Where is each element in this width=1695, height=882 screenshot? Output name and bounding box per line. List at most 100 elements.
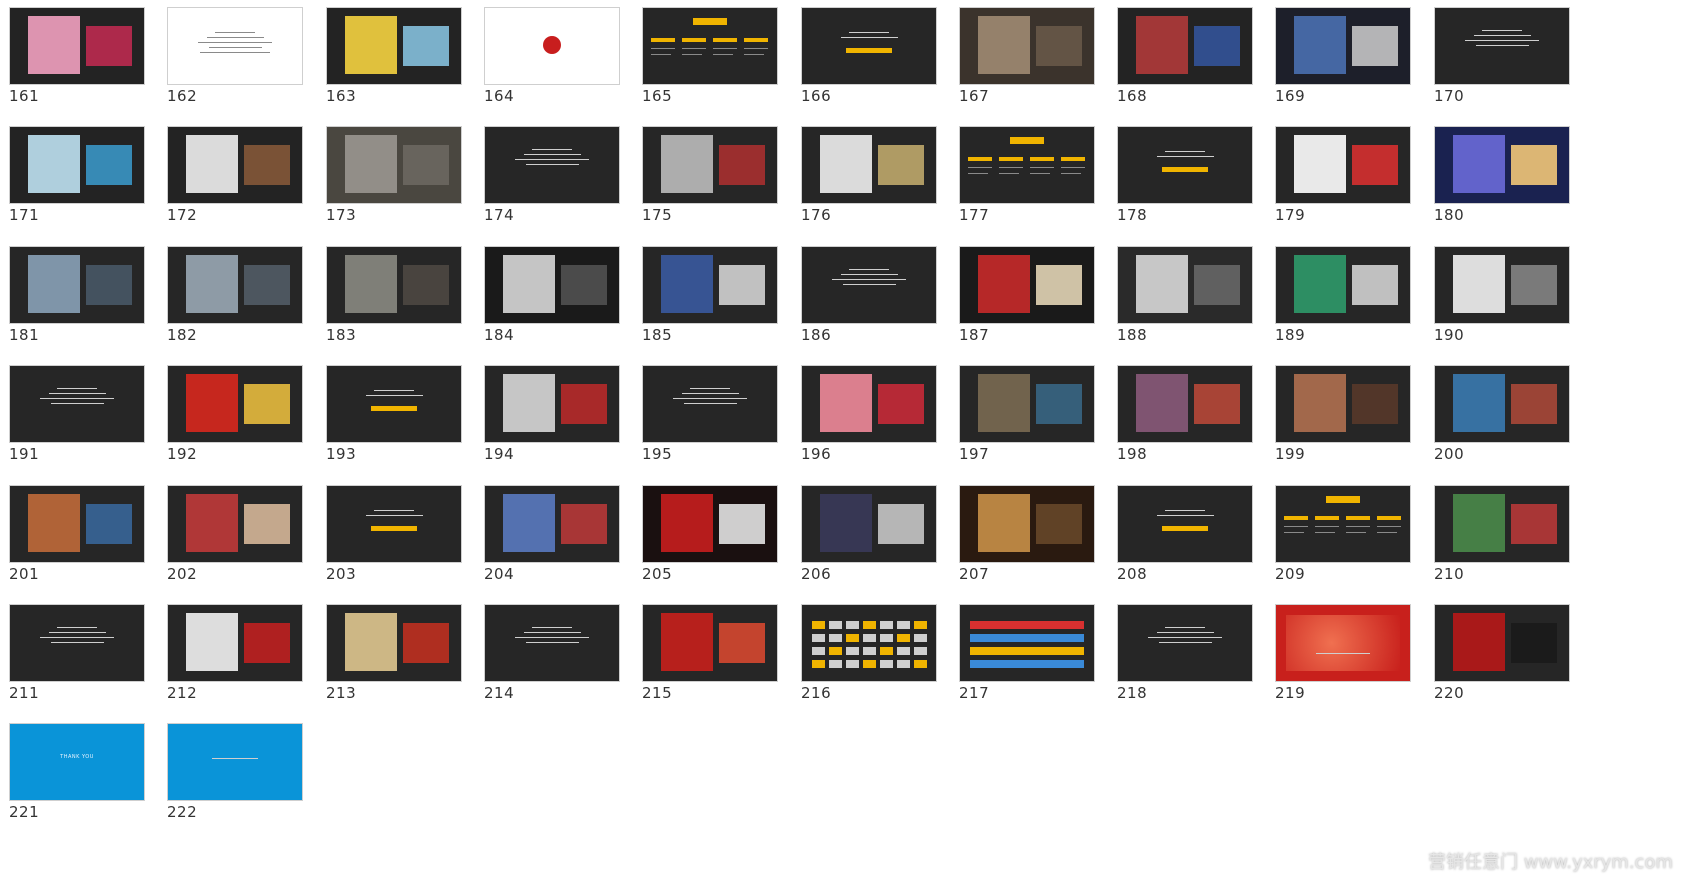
slide-preview[interactable]: [326, 7, 462, 85]
slide-preview[interactable]: [9, 246, 145, 324]
slide-preview[interactable]: [167, 485, 303, 563]
slide-preview[interactable]: [484, 365, 620, 443]
slide-thumbnail-202[interactable]: 202: [167, 485, 317, 585]
slide-preview[interactable]: [167, 723, 303, 801]
slide-preview[interactable]: [167, 604, 303, 682]
slide-thumbnail-183[interactable]: 183: [326, 246, 476, 346]
slide-preview[interactable]: [1275, 365, 1411, 443]
slide-thumbnail-170[interactable]: 170: [1434, 7, 1584, 107]
slide-preview[interactable]: [326, 246, 462, 324]
slide-preview[interactable]: [642, 126, 778, 204]
slide-thumbnail-194[interactable]: 194: [484, 365, 634, 465]
slide-preview[interactable]: [801, 365, 937, 443]
slide-preview[interactable]: [484, 604, 620, 682]
slide-preview[interactable]: [1275, 126, 1411, 204]
slide-thumbnail-211[interactable]: 211: [9, 604, 159, 704]
slide-thumbnail-197[interactable]: 197: [959, 365, 1109, 465]
slide-thumbnail-163[interactable]: 163: [326, 7, 476, 107]
slide-preview[interactable]: [484, 7, 620, 85]
slide-thumbnail-186[interactable]: 186: [801, 246, 951, 346]
slide-preview[interactable]: [9, 126, 145, 204]
slide-preview[interactable]: [484, 126, 620, 204]
slide-thumbnail-175[interactable]: 175: [642, 126, 792, 226]
slide-preview[interactable]: [167, 246, 303, 324]
slide-preview[interactable]: [959, 604, 1095, 682]
slide-thumbnail-196[interactable]: 196: [801, 365, 951, 465]
slide-thumbnail-167[interactable]: 167: [959, 7, 1109, 107]
slide-thumbnail-185[interactable]: 185: [642, 246, 792, 346]
slide-preview[interactable]: [326, 126, 462, 204]
slide-preview[interactable]: [167, 365, 303, 443]
slide-thumbnail-200[interactable]: 200: [1434, 365, 1584, 465]
slide-thumbnail-181[interactable]: 181: [9, 246, 159, 346]
slide-preview[interactable]: [1434, 7, 1570, 85]
slide-preview[interactable]: [484, 246, 620, 324]
slide-preview[interactable]: [801, 604, 937, 682]
slide-thumbnail-161[interactable]: 161: [9, 7, 159, 107]
slide-preview[interactable]: [167, 7, 303, 85]
slide-preview[interactable]: [1275, 485, 1411, 563]
slide-preview[interactable]: [1117, 246, 1253, 324]
slide-thumbnail-217[interactable]: 217: [959, 604, 1109, 704]
slide-thumbnail-169[interactable]: 169: [1275, 7, 1425, 107]
slide-preview[interactable]: [642, 485, 778, 563]
slide-preview[interactable]: [801, 7, 937, 85]
slide-preview[interactable]: [1275, 246, 1411, 324]
slide-thumbnail-193[interactable]: 193: [326, 365, 476, 465]
slide-preview[interactable]: [9, 7, 145, 85]
slide-thumbnail-215[interactable]: 215: [642, 604, 792, 704]
slide-preview[interactable]: [959, 126, 1095, 204]
slide-thumbnail-218[interactable]: 218: [1117, 604, 1267, 704]
slide-preview[interactable]: [9, 485, 145, 563]
slide-preview[interactable]: [801, 485, 937, 563]
slide-thumbnail-171[interactable]: 171: [9, 126, 159, 226]
slide-thumbnail-188[interactable]: 188: [1117, 246, 1267, 346]
slide-thumbnail-207[interactable]: 207: [959, 485, 1109, 585]
slide-thumbnail-184[interactable]: 184: [484, 246, 634, 346]
slide-preview[interactable]: [326, 365, 462, 443]
slide-thumbnail-213[interactable]: 213: [326, 604, 476, 704]
slide-thumbnail-216[interactable]: 216: [801, 604, 951, 704]
slide-thumbnail-198[interactable]: 198: [1117, 365, 1267, 465]
slide-thumbnail-176[interactable]: 176: [801, 126, 951, 226]
slide-thumbnail-206[interactable]: 206: [801, 485, 951, 585]
slide-thumbnail-164[interactable]: 164: [484, 7, 634, 107]
slide-thumbnail-220[interactable]: 220: [1434, 604, 1584, 704]
slide-thumbnail-190[interactable]: 190: [1434, 246, 1584, 346]
slide-preview[interactable]: [1117, 485, 1253, 563]
slide-thumbnail-187[interactable]: 187: [959, 246, 1109, 346]
slide-preview[interactable]: [801, 126, 937, 204]
slide-preview[interactable]: [1434, 485, 1570, 563]
slide-preview[interactable]: [959, 365, 1095, 443]
slide-preview[interactable]: [484, 485, 620, 563]
slide-preview[interactable]: [801, 246, 937, 324]
slide-thumbnail-177[interactable]: 177: [959, 126, 1109, 226]
slide-thumbnail-168[interactable]: 168: [1117, 7, 1267, 107]
slide-preview[interactable]: [959, 246, 1095, 324]
slide-thumbnail-195[interactable]: 195: [642, 365, 792, 465]
slide-thumbnail-214[interactable]: 214: [484, 604, 634, 704]
slide-preview[interactable]: THANK YOU: [9, 723, 145, 801]
slide-preview[interactable]: [959, 7, 1095, 85]
slide-thumbnail-162[interactable]: 162: [167, 7, 317, 107]
slide-thumbnail-182[interactable]: 182: [167, 246, 317, 346]
slide-preview[interactable]: [1117, 604, 1253, 682]
slide-thumbnail-203[interactable]: 203: [326, 485, 476, 585]
slide-thumbnail-180[interactable]: 180: [1434, 126, 1584, 226]
slide-thumbnail-201[interactable]: 201: [9, 485, 159, 585]
slide-preview[interactable]: [1117, 365, 1253, 443]
slide-thumbnail-210[interactable]: 210: [1434, 485, 1584, 585]
slide-thumbnail-205[interactable]: 205: [642, 485, 792, 585]
slide-thumbnail-212[interactable]: 212: [167, 604, 317, 704]
slide-thumbnail-178[interactable]: 178: [1117, 126, 1267, 226]
slide-preview[interactable]: [326, 604, 462, 682]
slide-thumbnail-219[interactable]: 219: [1275, 604, 1425, 704]
slide-thumbnail-172[interactable]: 172: [167, 126, 317, 226]
slide-preview[interactable]: [1117, 126, 1253, 204]
slide-preview[interactable]: [1434, 246, 1570, 324]
slide-preview[interactable]: [167, 126, 303, 204]
slide-thumbnail-222[interactable]: 222: [167, 723, 317, 823]
slide-thumbnail-173[interactable]: 173: [326, 126, 476, 226]
slide-thumbnail-179[interactable]: 179: [1275, 126, 1425, 226]
slide-preview[interactable]: [9, 365, 145, 443]
